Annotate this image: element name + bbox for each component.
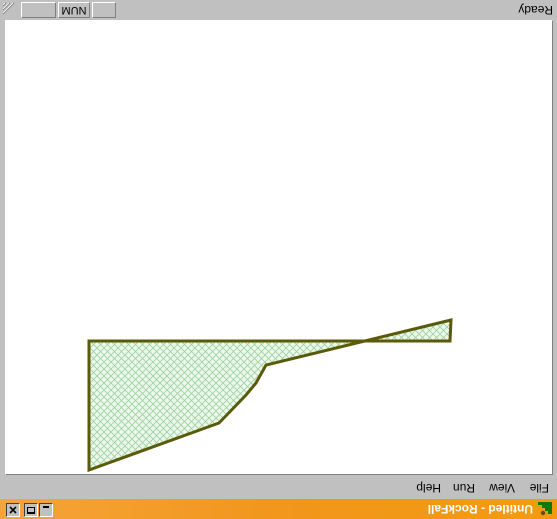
maximize-button[interactable] (24, 503, 38, 517)
rockfall-app-icon[interactable] (537, 501, 553, 517)
window-title: Untitled - RockFall (427, 502, 533, 516)
menu-bar: File View Run Help (0, 477, 557, 499)
drawing-canvas[interactable] (5, 20, 553, 475)
status-panel-num: NUM (58, 2, 90, 18)
minimize-button[interactable] (39, 503, 53, 517)
menu-file[interactable]: File (530, 480, 549, 496)
status-panel-scrl (92, 2, 116, 18)
title-bar[interactable]: Untitled - RockFall (0, 499, 557, 519)
resize-grip-icon[interactable] (2, 2, 16, 16)
close-icon (9, 506, 17, 514)
minimize-icon (43, 506, 49, 508)
slope-profile-polygon[interactable] (87, 318, 453, 473)
close-button[interactable] (6, 503, 20, 517)
menu-run[interactable]: Run (453, 480, 475, 496)
maximize-icon (27, 507, 35, 514)
status-panel-caps (21, 2, 56, 18)
status-text: Ready (518, 3, 553, 17)
app-window: Untitled - RockFall File View Run Help R… (0, 0, 557, 519)
status-bar: Ready NUM (0, 0, 557, 20)
menu-help[interactable]: Help (416, 480, 441, 496)
menu-view[interactable]: View (489, 480, 515, 496)
